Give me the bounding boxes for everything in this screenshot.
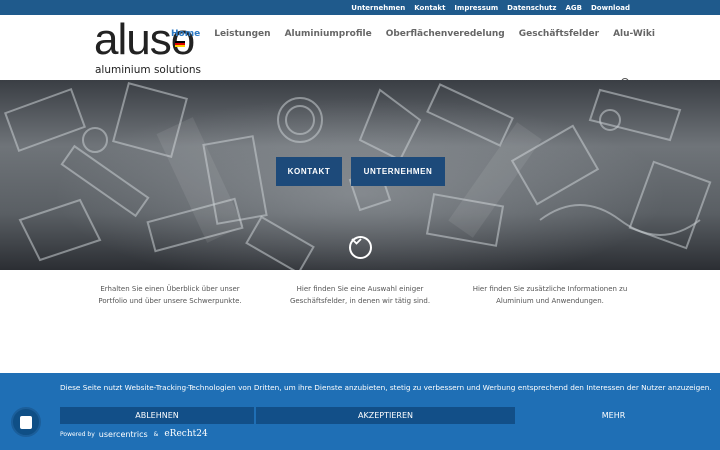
- logo-wordmark: aluso: [94, 15, 195, 64]
- nav-geschaeftsfelder[interactable]: Geschäftsfelder: [519, 29, 599, 39]
- unternehmen-button[interactable]: UNTERNEHMEN: [351, 157, 445, 186]
- fingerprint-icon: [20, 415, 32, 429]
- teaser-alu-wiki: Hier finden Sie zusätzliche Informatione…: [472, 285, 628, 305]
- usercentrics-logo[interactable]: usercentrics: [99, 430, 148, 439]
- toplink-download[interactable]: Download: [591, 4, 630, 12]
- toplink-impressum[interactable]: Impressum: [454, 4, 498, 12]
- top-bar: Unternehmen Kontakt Impressum Datenschut…: [0, 0, 720, 15]
- decline-button[interactable]: ABLEHNEN: [60, 407, 254, 424]
- teaser-portfolio: Erhalten Sie einen Überblick über unser …: [98, 285, 242, 305]
- teaser-geschaeftsfelder: Hier finden Sie eine Auswahl einiger Ges…: [289, 285, 431, 305]
- nav-leistungen[interactable]: Leistungen: [214, 29, 270, 39]
- hero-banner: KONTAKT UNTERNEHMEN: [0, 80, 720, 270]
- accept-button[interactable]: AKZEPTIEREN: [256, 407, 515, 424]
- ampersand: &: [153, 430, 159, 438]
- chevron-down-icon: [351, 238, 362, 245]
- top-links: Unternehmen Kontakt Impressum Datenschut…: [342, 0, 630, 15]
- toplink-agb[interactable]: AGB: [565, 4, 582, 12]
- nav-aluminiumprofile[interactable]: Aluminiumprofile: [285, 29, 372, 39]
- toplink-unternehmen[interactable]: Unternehmen: [351, 4, 405, 12]
- toplink-datenschutz[interactable]: Datenschutz: [507, 4, 556, 12]
- cookie-banner: Diese Seite nutzt Website-Tracking-Techn…: [0, 373, 720, 450]
- nav-alu-wiki[interactable]: Alu-Wiki: [613, 29, 655, 39]
- powered-by-label: Powered by: [60, 430, 95, 438]
- flag-de-icon[interactable]: [175, 41, 185, 47]
- scroll-down-button[interactable]: [349, 236, 372, 259]
- nav-oberflaechenveredelung[interactable]: Oberflächenveredelung: [386, 29, 505, 39]
- logo-subtitle: aluminium solutions: [95, 64, 201, 76]
- main-nav: Home Leistungen Aluminiumprofile Oberflä…: [171, 29, 669, 39]
- more-button[interactable]: MEHR: [517, 407, 710, 424]
- kontakt-button[interactable]: KONTAKT: [276, 157, 342, 186]
- cookie-text: Diese Seite nutzt Website-Tracking-Techn…: [60, 383, 712, 392]
- nav-home[interactable]: Home: [171, 29, 200, 39]
- powered-by: Powered by usercentrics & eRecht24: [60, 429, 208, 439]
- site-header: aluso aluminium solutions Home Leistunge…: [0, 15, 720, 86]
- erecht24-logo[interactable]: eRecht24: [164, 429, 207, 439]
- toplink-kontakt[interactable]: Kontakt: [414, 4, 445, 12]
- privacy-settings-button[interactable]: [11, 407, 41, 437]
